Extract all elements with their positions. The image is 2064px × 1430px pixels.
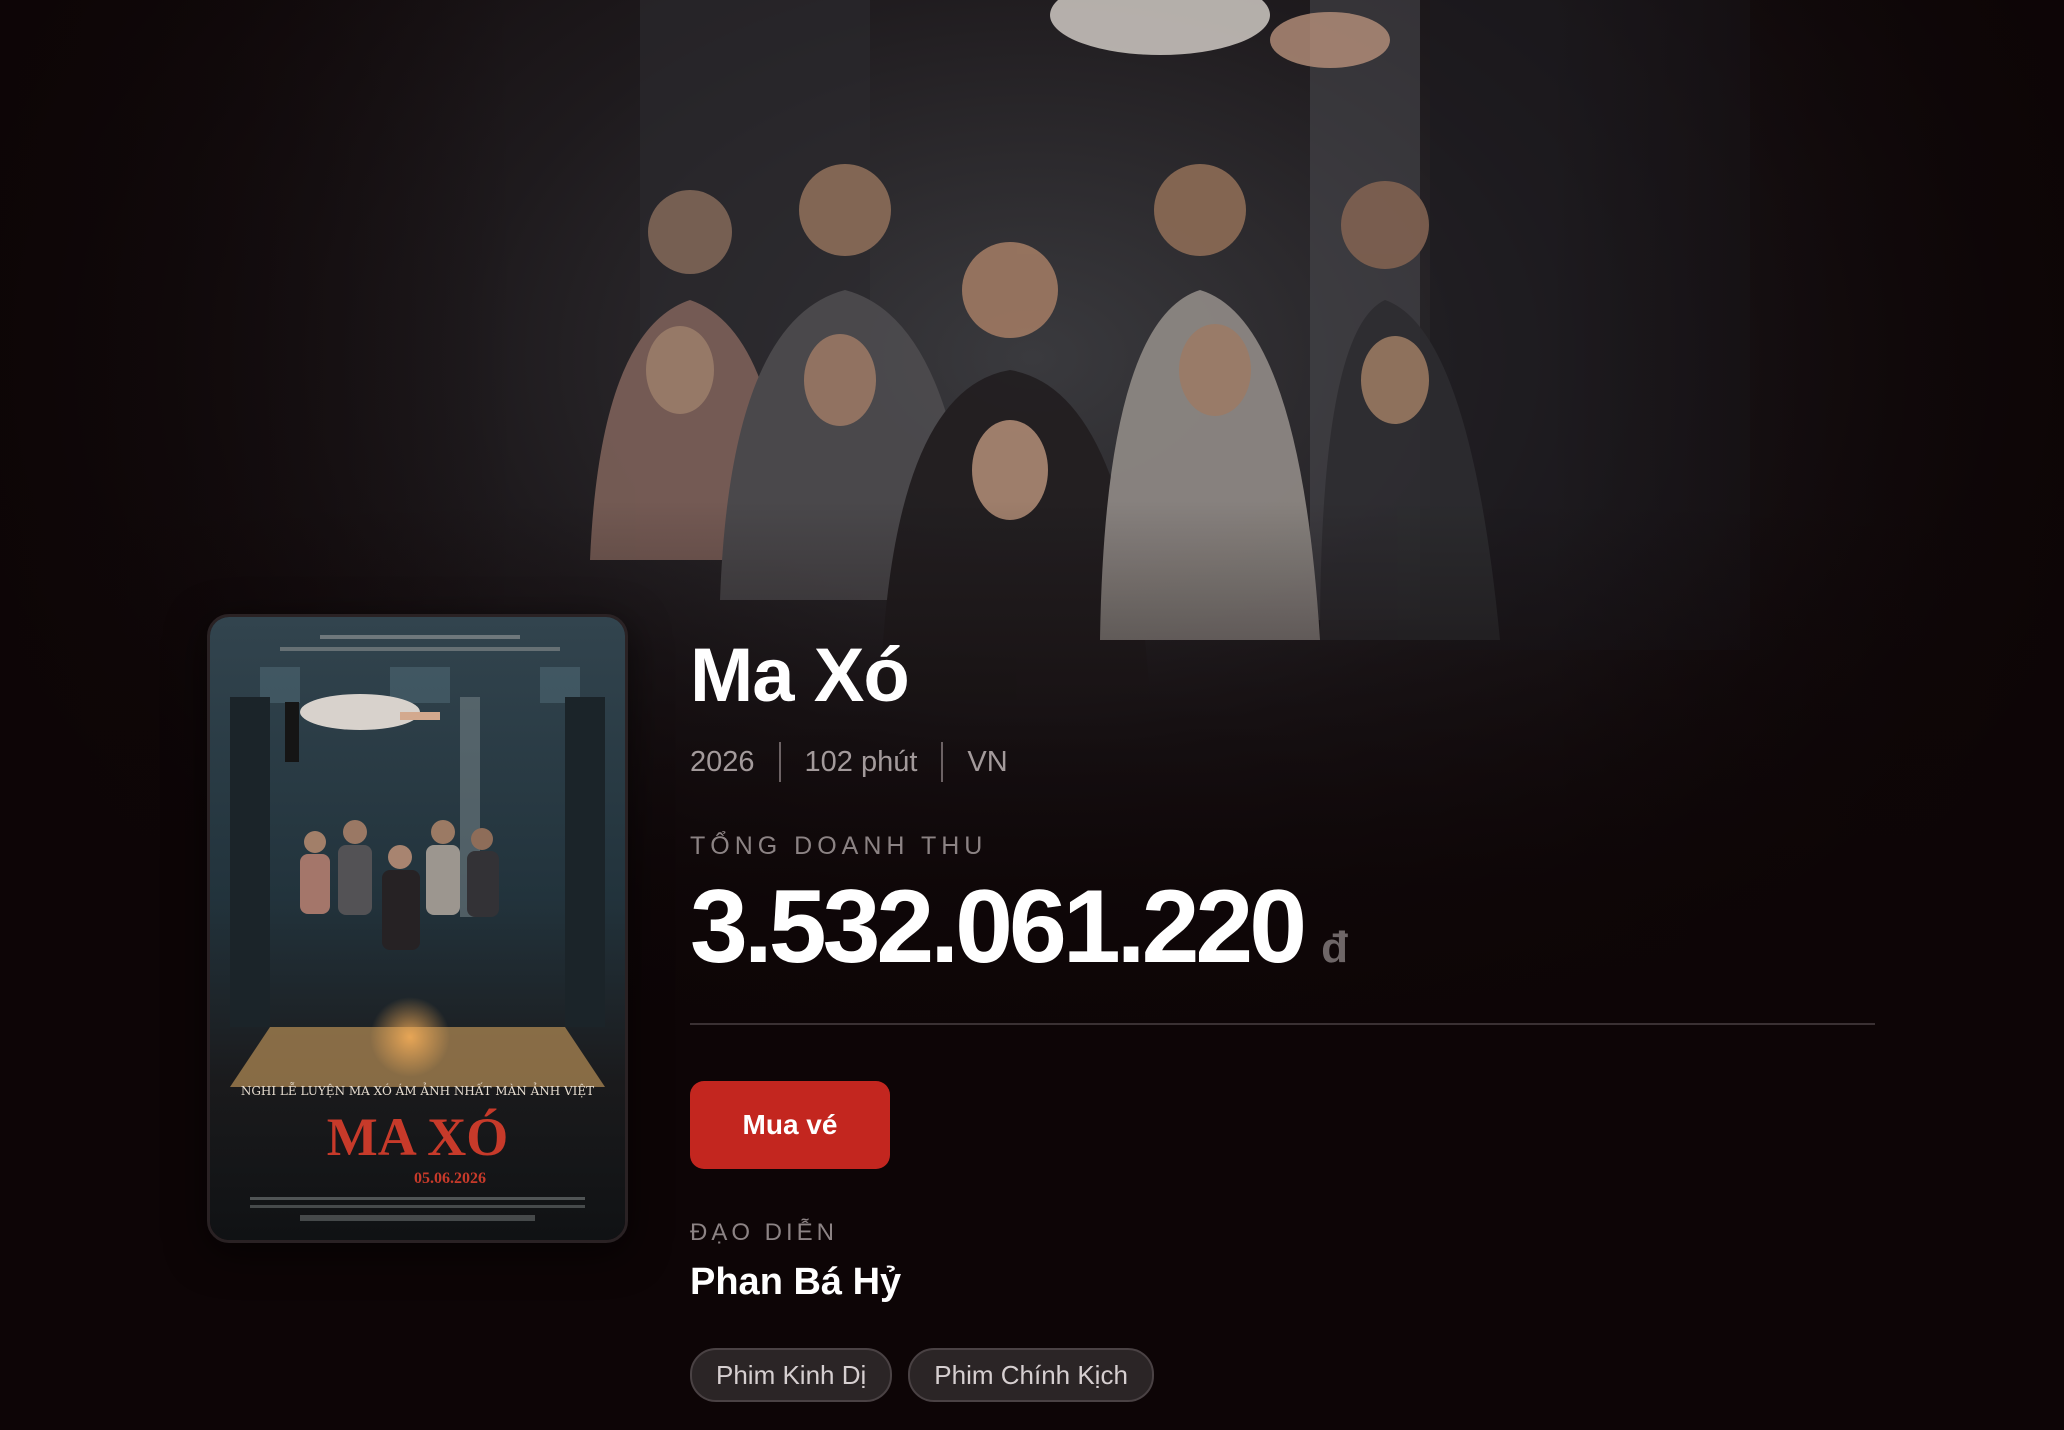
- meta-divider: [941, 742, 944, 782]
- movie-poster: NGHI LỄ LUYỆN MA XÓ ÁM ẢNH NHẤT MÀN ẢNH …: [207, 614, 628, 1243]
- meta-divider: [778, 742, 781, 782]
- poster-logo: MA XÓ: [327, 1107, 509, 1167]
- genre-chip-horror[interactable]: Phim Kinh Dị: [690, 1348, 893, 1402]
- section-divider: [690, 1023, 1875, 1025]
- director-name: Phan Bá Hỷ: [690, 1261, 902, 1303]
- buy-ticket-button[interactable]: Mua vé: [690, 1081, 890, 1169]
- movie-info: Ma Xó 2026 102 phút VN TỔNG DOANH THU 3.…: [690, 630, 1875, 1402]
- movie-country: VN: [967, 745, 1008, 778]
- revenue-amount: 3.532.061.220: [690, 869, 1307, 985]
- movie-detail-page: NGHI LỄ LUYỆN MA XÓ ÁM ẢNH NHẤT MÀN ẢNH …: [0, 0, 2064, 1430]
- genre-list: Phim Kinh Dị Phim Chính Kịch: [690, 1348, 1875, 1402]
- movie-title: Ma Xó: [690, 633, 910, 718]
- poster-tagline: NGHI LỄ LUYỆN MA XÓ ÁM ẢNH NHẤT MÀN ẢNH …: [241, 1081, 594, 1098]
- director-label: ĐẠO DIỄN: [690, 1219, 839, 1246]
- movie-year: 2026: [690, 745, 755, 778]
- genre-chip-drama[interactable]: Phim Chính Kịch: [908, 1348, 1154, 1402]
- movie-duration: 102 phút: [804, 745, 918, 778]
- revenue-label: TỔNG DOANH THU: [690, 832, 988, 860]
- poster-release-date: 05.06.2026: [414, 1170, 486, 1187]
- revenue-currency: đ: [1321, 923, 1348, 972]
- movie-meta: 2026 102 phút VN: [690, 742, 1875, 782]
- revenue: 3.532.061.220 đ: [690, 875, 1875, 979]
